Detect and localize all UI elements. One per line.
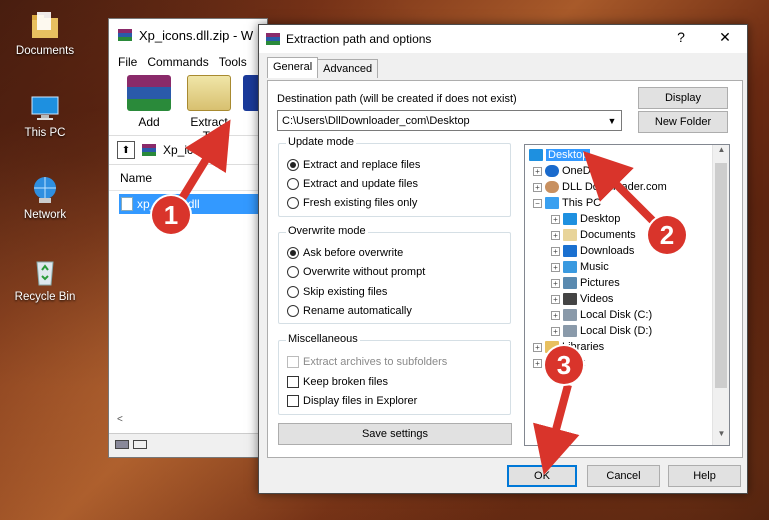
- arrow-3: [533, 383, 580, 476]
- step-badge-1: 1: [152, 196, 190, 234]
- step-badge-3: 3: [545, 346, 583, 384]
- annotation-arrows: [174, 119, 663, 476]
- arrow-1: [174, 119, 231, 208]
- arrow-2: [583, 151, 663, 231]
- step-badge-2: 2: [648, 216, 686, 254]
